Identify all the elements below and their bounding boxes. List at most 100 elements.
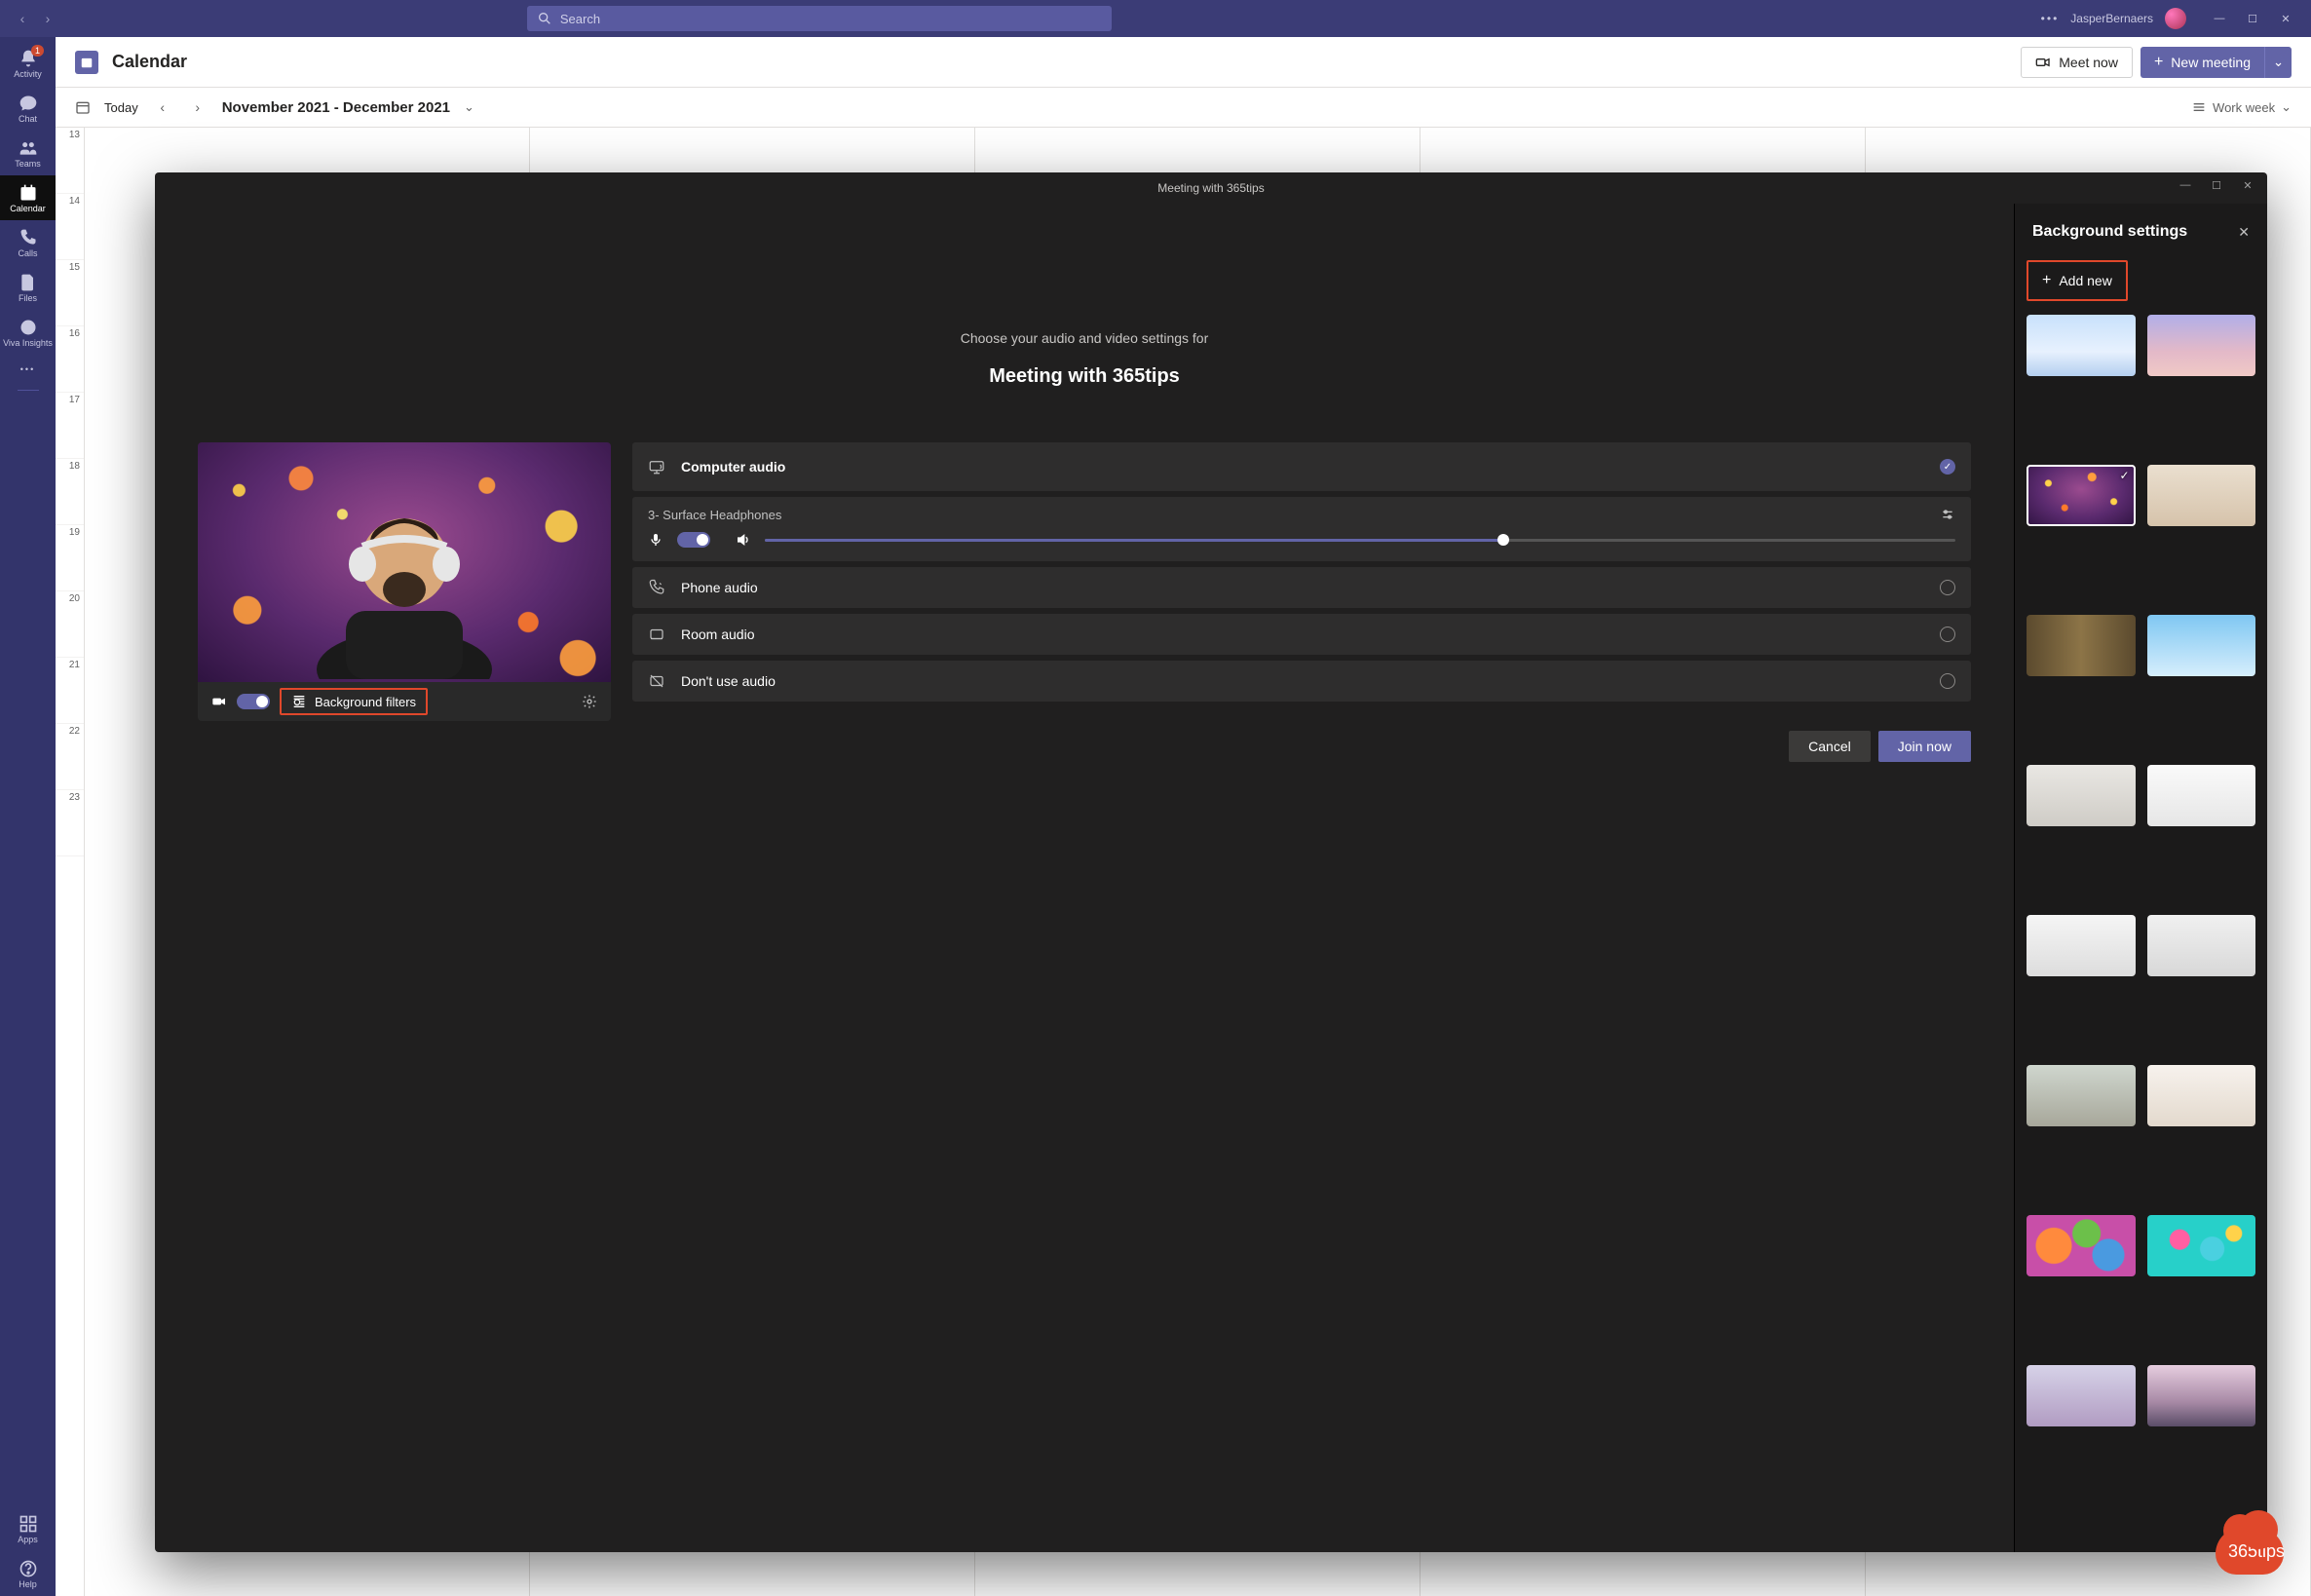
- video-preview: [198, 442, 611, 682]
- camera-icon: [211, 694, 227, 709]
- maximize-button[interactable]: ☐: [2239, 8, 2266, 29]
- range-chevron-icon[interactable]: ⌄: [464, 99, 474, 115]
- add-new-background-button[interactable]: + Add new: [2027, 260, 2128, 301]
- rail-apps[interactable]: Apps: [0, 1506, 56, 1551]
- new-meeting-chevron[interactable]: ⌄: [2264, 47, 2292, 78]
- audio-computer-option[interactable]: Computer audio: [632, 442, 1971, 491]
- more-icon[interactable]: •••: [2041, 12, 2060, 25]
- calendar-icon: [19, 183, 38, 203]
- background-thumbnail[interactable]: [2147, 465, 2256, 526]
- time-slot: 13: [56, 128, 84, 194]
- time-slot: 18: [56, 459, 84, 525]
- time-slot: 23: [56, 790, 84, 856]
- phone-audio-icon: [648, 579, 665, 596]
- audio-settings-button[interactable]: [1940, 507, 1955, 522]
- audio-none-option[interactable]: Don't use audio: [632, 661, 1971, 702]
- avatar[interactable]: [2165, 8, 2186, 29]
- audio-options: Computer audio 3- Surface Headphones: [632, 442, 1971, 762]
- next-week-button[interactable]: ›: [187, 96, 208, 118]
- background-thumbnail[interactable]: [2027, 615, 2136, 676]
- background-thumbnail[interactable]: [2027, 1215, 2136, 1276]
- time-slot: 21: [56, 658, 84, 724]
- background-thumbnail[interactable]: [2027, 315, 2136, 376]
- background-thumbnail[interactable]: [2147, 1215, 2256, 1276]
- rail-calendar[interactable]: Calendar: [0, 175, 56, 220]
- calendar-header-icon: [75, 51, 98, 74]
- rail-calendar-label: Calendar: [10, 204, 46, 213]
- microphone-toggle[interactable]: [677, 532, 710, 548]
- search-placeholder: Search: [560, 12, 600, 26]
- rail-apps-label: Apps: [18, 1535, 38, 1544]
- close-button[interactable]: ✕: [2272, 8, 2299, 29]
- modal-maximize-button[interactable]: ☐: [2203, 172, 2230, 198]
- rail-teams[interactable]: Teams: [0, 131, 56, 175]
- help-icon: [19, 1559, 38, 1578]
- panel-close-button[interactable]: ✕: [2238, 224, 2250, 241]
- insights-icon: [19, 318, 38, 337]
- camera-toggle[interactable]: [237, 694, 270, 709]
- rail-chat[interactable]: Chat: [0, 86, 56, 131]
- background-thumbnail[interactable]: [2147, 615, 2256, 676]
- search-box[interactable]: Search: [527, 6, 1112, 31]
- background-settings-panel: Background settings ✕ + Add new: [2014, 204, 2267, 1552]
- list-icon: [2191, 99, 2207, 115]
- video-icon: [2035, 55, 2051, 70]
- app-rail: 1 Activity Chat Teams Calendar Calls Fil…: [0, 37, 56, 1596]
- time-slot: 17: [56, 393, 84, 459]
- rail-teams-label: Teams: [15, 159, 41, 169]
- join-now-button[interactable]: Join now: [1878, 731, 1971, 762]
- time-column: 1314151617181920212223: [56, 128, 85, 1596]
- new-meeting-button[interactable]: + New meeting: [2141, 47, 2264, 78]
- modal-close-button[interactable]: ✕: [2234, 172, 2261, 198]
- rail-calls[interactable]: Calls: [0, 220, 56, 265]
- page-title: Calendar: [112, 52, 187, 72]
- background-icon: [291, 694, 307, 709]
- background-thumbnail[interactable]: [2027, 915, 2136, 976]
- phone-icon: [19, 228, 38, 247]
- time-slot: 15: [56, 260, 84, 326]
- background-thumbnail[interactable]: [2147, 315, 2256, 376]
- background-thumbnail[interactable]: [2147, 915, 2256, 976]
- rail-more[interactable]: •••: [0, 355, 56, 384]
- rail-files[interactable]: Files: [0, 265, 56, 310]
- background-thumbnail[interactable]: [2147, 765, 2256, 826]
- nav-back-button[interactable]: ‹: [12, 8, 33, 29]
- background-thumbnail[interactable]: [2027, 765, 2136, 826]
- rail-insights[interactable]: Viva Insights: [0, 310, 56, 355]
- today-icon: [75, 99, 91, 115]
- calendar-subheader: Today ‹ › November 2021 - December 2021 …: [56, 87, 2311, 128]
- background-thumbnail[interactable]: [2027, 465, 2136, 526]
- rail-activity[interactable]: 1 Activity: [0, 41, 56, 86]
- modal-window-title: Meeting with 365tips: [1157, 181, 1264, 195]
- background-filters-button[interactable]: Background filters: [280, 688, 428, 715]
- volume-slider[interactable]: [765, 539, 1955, 542]
- rail-activity-label: Activity: [14, 69, 42, 79]
- audio-phone-option[interactable]: Phone audio: [632, 567, 1971, 608]
- background-thumbnail[interactable]: [2027, 1365, 2136, 1426]
- meet-now-button[interactable]: Meet now: [2021, 47, 2133, 78]
- audio-device-settings: 3- Surface Headphones: [632, 497, 1971, 561]
- rail-help-label: Help: [19, 1579, 37, 1589]
- title-bar: ‹ › Search ••• JasperBernaers — ☐ ✕: [0, 0, 2311, 37]
- background-thumbnail[interactable]: [2027, 1065, 2136, 1126]
- radio-icon: [1940, 580, 1955, 595]
- view-selector[interactable]: Work week ⌄: [2191, 99, 2292, 115]
- modal-minimize-button[interactable]: —: [2172, 172, 2199, 198]
- video-settings-button[interactable]: [582, 694, 597, 709]
- background-thumbnail[interactable]: [2147, 1365, 2256, 1426]
- audio-room-option[interactable]: Room audio: [632, 614, 1971, 655]
- prev-week-button[interactable]: ‹: [152, 96, 173, 118]
- microphone-icon: [648, 532, 663, 548]
- time-slot: 20: [56, 591, 84, 658]
- minimize-button[interactable]: —: [2206, 8, 2233, 29]
- person-preview: [312, 475, 497, 679]
- today-button[interactable]: Today: [104, 100, 138, 115]
- teams-icon: [19, 138, 38, 158]
- cancel-button[interactable]: Cancel: [1789, 731, 1871, 762]
- panel-title: Background settings: [2032, 223, 2187, 241]
- rail-insights-label: Viva Insights: [3, 338, 53, 348]
- rail-help[interactable]: Help: [0, 1551, 56, 1596]
- modal-content: Choose your audio and video settings for…: [155, 204, 2014, 1552]
- nav-forward-button[interactable]: ›: [37, 8, 58, 29]
- background-thumbnail[interactable]: [2147, 1065, 2256, 1126]
